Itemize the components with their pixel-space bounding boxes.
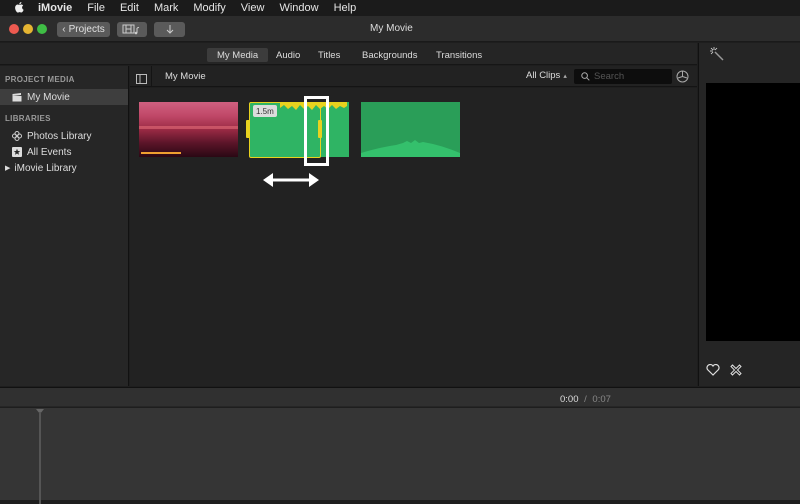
green-audio-clip[interactable] — [361, 102, 460, 157]
content-header-bar: My Movie All Clips ▴ Search — [130, 66, 697, 87]
all-clips-filter-dropdown[interactable]: All Clips ▴ — [526, 70, 567, 81]
clapperboard-icon — [12, 92, 22, 102]
annotation-highlight-box — [304, 96, 329, 166]
search-icon — [581, 72, 590, 81]
menu-window[interactable]: Window — [279, 2, 318, 14]
sidebar-item-label: All Events — [27, 146, 72, 158]
star-icon — [12, 147, 22, 157]
sidebar-item-imovie-library[interactable]: ▶ iMovie Library — [0, 160, 128, 176]
left-trim-handle[interactable] — [246, 120, 250, 138]
content-title: My Movie — [165, 71, 206, 82]
browser-tab-bar: My Media Audio Titles Backgrounds Transi… — [0, 43, 697, 65]
project-timeline[interactable] — [0, 408, 800, 504]
menu-mark[interactable]: Mark — [154, 2, 178, 14]
media-browser: 1.5m — [130, 88, 697, 386]
horizon-glow — [139, 126, 238, 129]
sidebar-toggle-icon — [136, 74, 147, 84]
up-down-chevron-icon: ▴ — [563, 72, 567, 80]
sidebar-item-all-events[interactable]: All Events — [0, 144, 128, 160]
menu-view[interactable]: View — [241, 2, 265, 14]
settings-button[interactable] — [676, 70, 689, 88]
search-placeholder: Search — [594, 71, 625, 82]
search-field[interactable]: Search — [574, 69, 672, 84]
menu-file[interactable]: File — [87, 2, 105, 14]
reject-x-icon — [730, 364, 742, 376]
double-arrow-icon — [263, 173, 319, 187]
menu-help[interactable]: Help — [334, 2, 357, 14]
filter-label: All Clips — [526, 70, 561, 81]
photos-icon — [12, 131, 22, 141]
tab-audio[interactable]: Audio — [266, 48, 310, 62]
divider — [151, 66, 152, 87]
tab-my-media[interactable]: My Media — [207, 48, 269, 62]
tab-transitions[interactable]: Transitions — [426, 48, 492, 62]
reject-button[interactable] — [730, 363, 742, 381]
menu-app-name[interactable]: iMovie — [38, 2, 72, 14]
libraries-sidebar: PROJECT MEDIA My Movie LIBRARIES Photos … — [0, 66, 129, 386]
magic-wand-icon — [710, 47, 724, 61]
duration-badge: 1.5m — [253, 105, 277, 117]
total-duration: 0:07 — [592, 394, 611, 405]
tab-backgrounds[interactable]: Backgrounds — [352, 48, 427, 62]
sidebar-item-label: My Movie — [27, 91, 70, 103]
apple-logo-icon[interactable] — [13, 2, 27, 14]
window-title: My Movie — [370, 23, 413, 34]
sunset-video-clip[interactable] — [139, 102, 238, 157]
clip-progress-bar — [141, 152, 181, 154]
menu-modify[interactable]: Modify — [193, 2, 225, 14]
timecode-display: 0:00 / 0:07 — [560, 394, 611, 405]
magic-wand-button[interactable] — [710, 47, 724, 66]
timeline-header: 0:00 / 0:07 — [0, 387, 800, 407]
current-time: 0:00 — [560, 394, 579, 405]
favorite-button[interactable] — [706, 363, 720, 381]
video-preview-screen — [706, 83, 800, 341]
project-media-header: PROJECT MEDIA — [5, 75, 75, 84]
viewer-panel — [698, 43, 800, 386]
menu-bar: iMovie File Edit Mark Modify View Window… — [0, 0, 800, 16]
tab-titles[interactable]: Titles — [308, 48, 350, 62]
title-bar: ‹ Projects My Movie — [0, 16, 800, 42]
sidebar-item-label: Photos Library — [27, 130, 92, 142]
heart-icon — [706, 363, 720, 376]
disclosure-triangle-icon[interactable]: ▶ — [5, 164, 10, 172]
sidebar-item-my-movie[interactable]: My Movie — [0, 89, 128, 105]
playhead-line[interactable] — [39, 412, 41, 504]
audio-waveform — [361, 140, 460, 157]
sidebar-item-photos-library[interactable]: Photos Library — [0, 128, 128, 144]
libraries-header: LIBRARIES — [5, 114, 51, 123]
settings-gauge-icon — [676, 70, 689, 83]
sidebar-item-label: iMovie Library — [14, 162, 77, 174]
menu-edit[interactable]: Edit — [120, 2, 139, 14]
sidebar-toggle-button[interactable] — [136, 71, 147, 89]
time-separator: / — [584, 394, 587, 405]
